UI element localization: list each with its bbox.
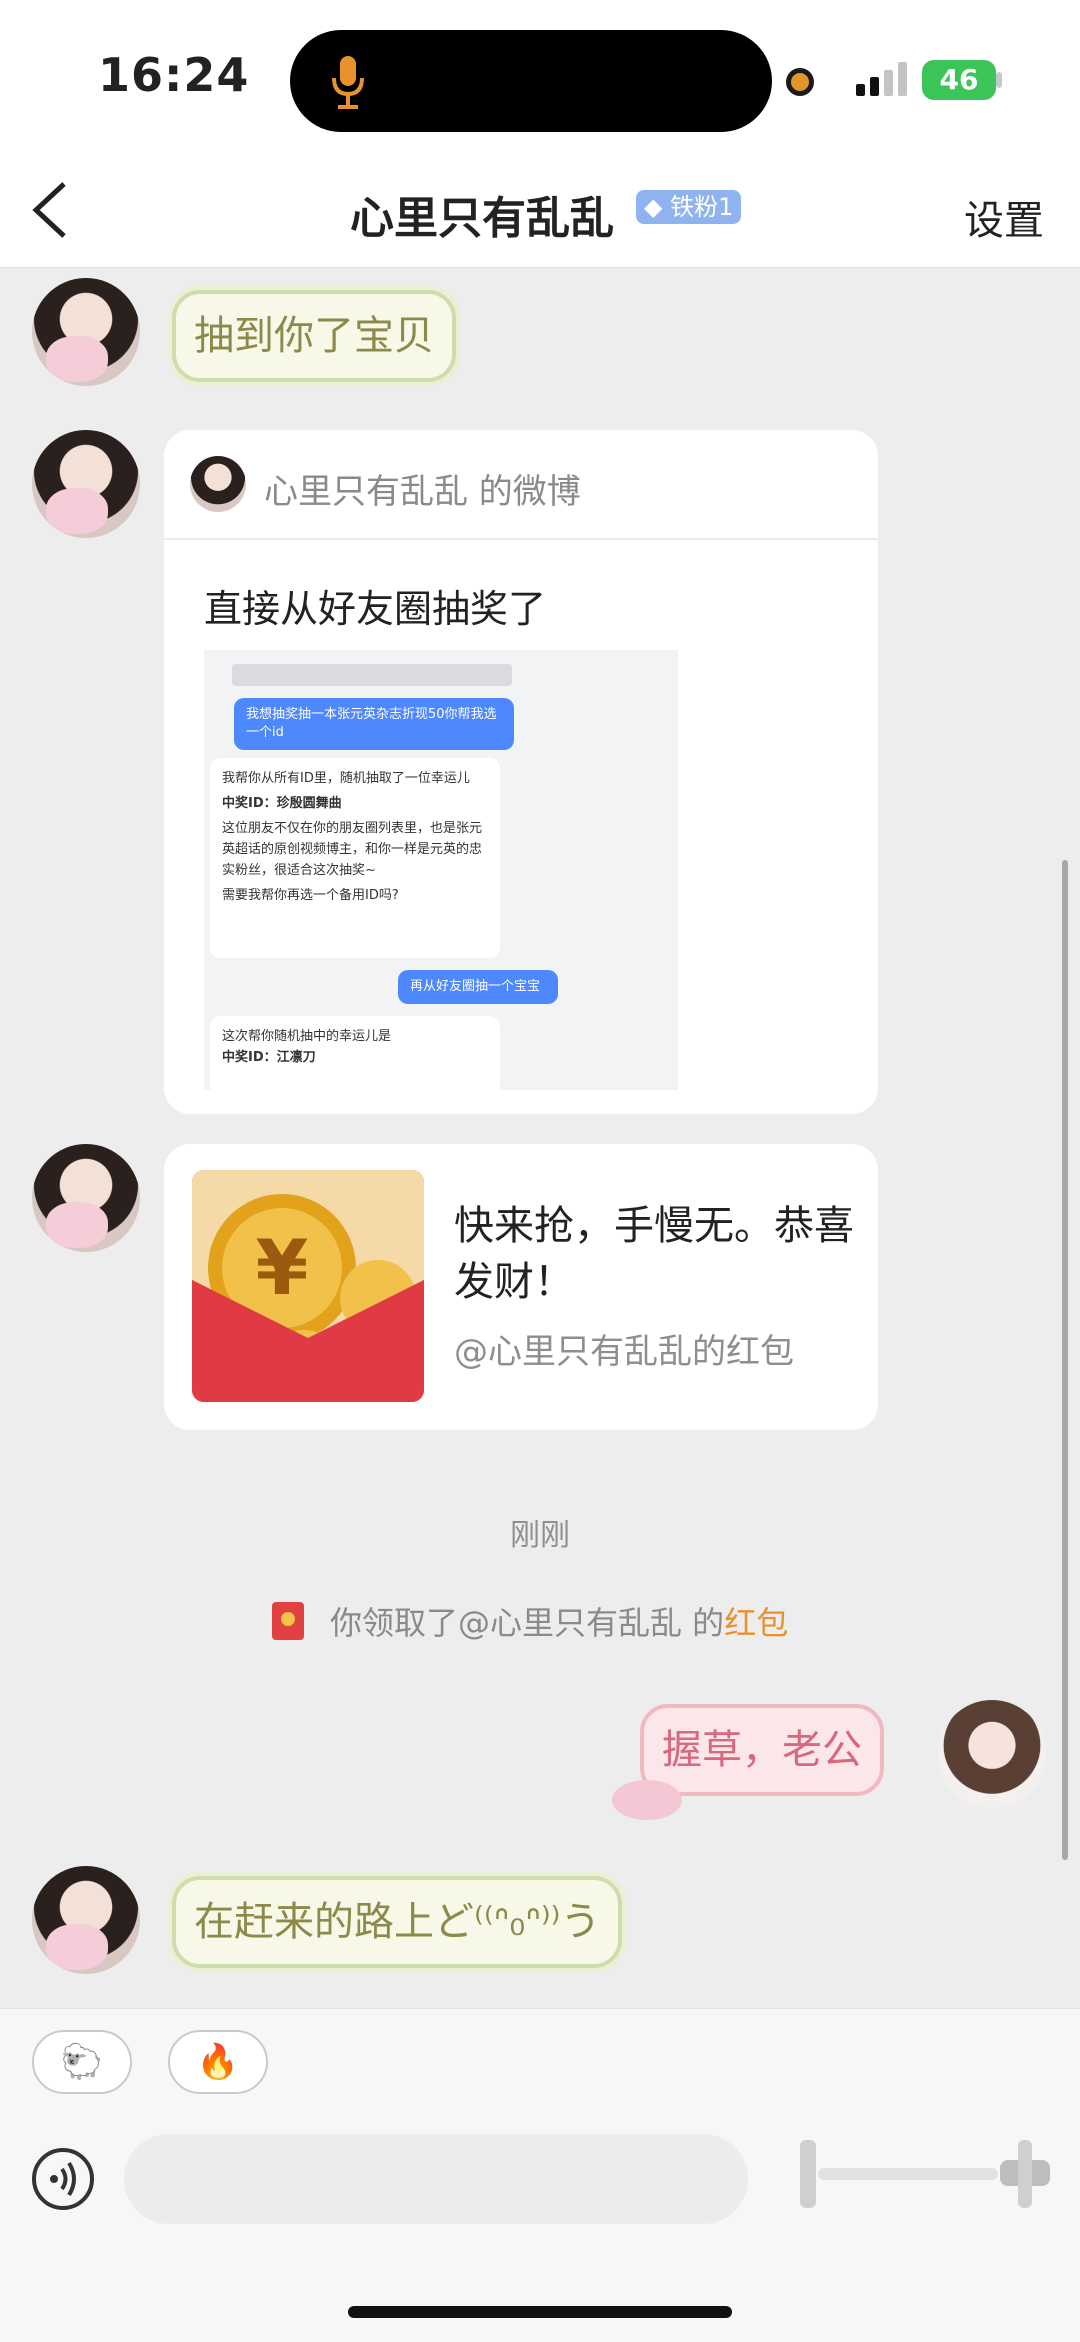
signal-icon [856,62,907,96]
blurred-header [232,664,512,686]
melody-sticker-icon [612,1780,682,1820]
home-indicator [348,2306,732,2318]
contact-avatar[interactable] [32,278,140,386]
weibo-card-header: 心里只有乱乱 的微博 [264,472,581,512]
screenshot-user-bubble: 再从好友圈抽一个宝宝 [398,970,558,1004]
screenshot-reply-line: 我帮你从所有ID里，随机抽取了一位幸运儿 [222,771,470,786]
message-input[interactable] [124,2134,748,2224]
screenshot-reply-line: 这次帮你随机抽中的幸运儿是 [222,1029,392,1044]
contact-avatar[interactable] [32,430,140,538]
chat-title[interactable]: 心里只有乱乱 [350,182,614,246]
message-bubble[interactable]: 抽到你了宝贝 [172,290,456,382]
dynamic-island [290,30,772,132]
fan-level-label: 铁粉1 [670,193,734,221]
voice-input-icon[interactable] [32,2148,94,2210]
red-packet-icon: ¥ [192,1170,424,1402]
message-bubble[interactable]: 在赶来的路上ど⁽⁽ᐢ₀ᐢ⁾⁾う [172,1876,623,1968]
screenshot-reply-line: 这位朋友不仅在你的朋友圈列表里，也是张元英超话的原创视频博主，和你一样是元英的忠… [222,821,483,878]
red-packet-link[interactable]: 红包 [724,1604,788,1642]
back-arrow-icon[interactable] [28,178,72,242]
microphone-icon [332,56,364,109]
svg-text:¥: ¥ [256,1223,309,1312]
blurred-actions-icon[interactable] [800,2140,1050,2208]
system-message-text: 你领取了@心里只有乱乱 的 [330,1604,725,1642]
privacy-indicator-icon [786,68,814,96]
weibo-author-avatar [190,456,246,512]
weibo-share-card[interactable]: 心里只有乱乱 的微博 直接从好友圈抽奖了 我想抽奖抽一本张元英杂志折现50你帮我… [164,430,878,1114]
system-message: 你领取了@心里只有乱乱 的红包 [272,1598,788,1644]
nav-bar: 心里只有乱乱 ◆ 铁粉1 设置 [0,160,1080,268]
divider [164,538,878,540]
scrollbar[interactable] [1062,860,1068,1860]
timestamp: 刚刚 [510,1518,570,1553]
contact-avatar[interactable] [32,1144,140,1252]
screenshot-reply-bubble: 我帮你从所有ID里，随机抽取了一位幸运儿 中奖ID：珍殷圆舞曲 这位朋友不仅在你… [210,758,500,958]
red-packet-card[interactable]: ¥ 快来抢，手慢无。恭喜发财！ @心里只有乱乱的红包 [164,1144,878,1430]
weibo-post-text: 直接从好友圈抽奖了 [204,587,547,631]
my-message-bubble[interactable]: 握草，老公 [640,1704,884,1796]
contact-avatar[interactable] [32,1866,140,1974]
screenshot-prize-id: 中奖ID：珍殷圆舞曲 [222,796,342,811]
status-bar: 16:24 46 [0,0,1080,160]
quick-reply-fire[interactable]: 🔥 [168,2030,268,2094]
my-avatar[interactable] [938,1700,1046,1808]
weibo-post-image: 我想抽奖抽一本张元英杂志折现50你帮我选一个id 我帮你从所有ID里，随机抽取了… [204,650,678,1090]
screenshot-reply-line: 需要我帮你再选一个备用ID吗? [222,888,399,903]
fan-level-badge: ◆ 铁粉1 [636,190,742,224]
red-packet-title: 快来抢，手慢无。恭喜发财！ [454,1203,854,1305]
quick-reply-sheep[interactable]: 🐑 [32,2030,132,2094]
battery-tip [996,72,1002,88]
screenshot-prize-id: 中奖ID：江凛刀 [222,1050,316,1065]
battery-icon: 46 [922,60,996,100]
status-time: 16:24 [98,48,250,102]
screenshot-reply-bubble: 这次帮你随机抽中的幸运儿是 中奖ID：江凛刀 [210,1016,500,1090]
settings-button[interactable]: 设置 [964,188,1044,246]
red-packet-sender: @心里只有乱乱的红包 [454,1332,794,1372]
screenshot-user-bubble: 我想抽奖抽一本张元英杂志折现50你帮我选一个id [234,698,514,750]
